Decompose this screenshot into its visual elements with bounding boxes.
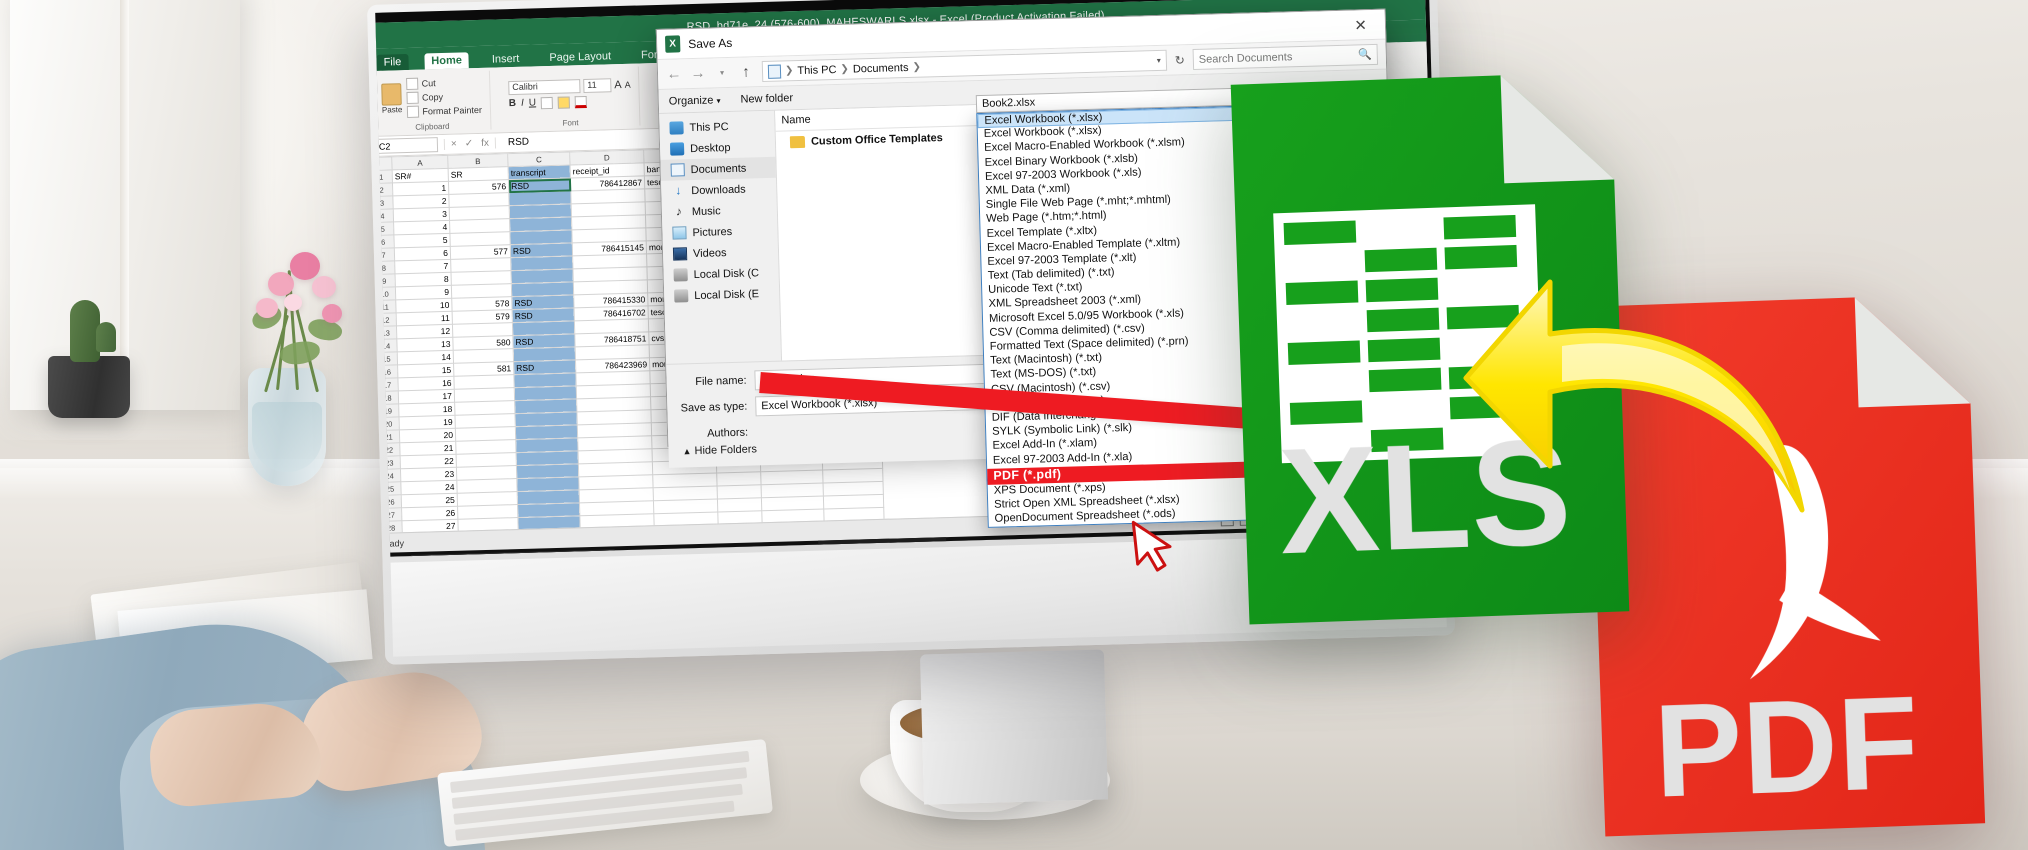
place-label: Pictures <box>692 225 733 239</box>
ribbon-group-clipboard: Paste Cut Copy Format Painter Clipboard <box>375 70 492 133</box>
bold-button[interactable]: B <box>509 98 517 109</box>
save-as-title-text: Save As <box>688 35 733 51</box>
documents-folder-icon <box>767 64 782 79</box>
save-as-type-label: Save as type: <box>680 400 748 415</box>
borders-icon[interactable] <box>540 96 554 109</box>
excel-icon: X <box>664 35 681 53</box>
place-item[interactable]: Local Disk (E <box>664 283 780 307</box>
cell-f[interactable] <box>716 471 762 486</box>
disk-icon <box>674 289 689 303</box>
chevron-down-icon[interactable]: ▾ <box>1157 56 1161 65</box>
folder-icon <box>789 135 806 149</box>
authors-label: Authors: <box>706 426 749 440</box>
name-box[interactable]: C2 <box>375 137 439 154</box>
tab-file[interactable]: File <box>376 53 409 71</box>
scissors-icon <box>406 77 419 90</box>
desktop-icon <box>669 142 685 156</box>
paintbrush-icon <box>407 105 420 118</box>
cell-f[interactable] <box>717 484 762 499</box>
mouse-cursor-icon <box>1131 520 1172 572</box>
formula-bar-icons: × ✓ fx <box>443 137 497 150</box>
videos-icon <box>672 247 688 261</box>
grow-font-icon[interactable]: A <box>614 78 622 90</box>
insert-function-icon[interactable]: fx <box>481 138 489 149</box>
place-label: Local Disk (C <box>693 266 760 281</box>
search-input[interactable]: Search Documents 🔍 <box>1192 43 1379 71</box>
vase-water <box>252 402 322 472</box>
format-painter-button[interactable]: Format Painter <box>407 104 482 118</box>
chevron-up-icon: ▲ <box>682 446 692 457</box>
back-icon[interactable]: ← <box>666 65 682 82</box>
recent-locations-icon[interactable]: ▾ <box>714 68 730 77</box>
formula-bar-content[interactable]: RSD <box>502 137 529 149</box>
font-size-select[interactable]: 11 <box>583 77 612 93</box>
paste-icon[interactable] <box>381 82 403 106</box>
fill-color-icon[interactable] <box>557 95 571 109</box>
file-name-label: File name: <box>695 374 747 389</box>
organize-button[interactable]: Organize ▾ <box>669 94 721 107</box>
place-label: This PC <box>689 120 729 134</box>
flower-stems <box>249 250 370 393</box>
tab-home[interactable]: Home <box>424 52 470 70</box>
copy-icon <box>406 91 420 104</box>
tab-page-layout[interactable]: Page Layout <box>542 48 618 66</box>
breadcrumb-sep-3: ❯ <box>912 61 922 73</box>
search-placeholder: Search Documents <box>1198 50 1293 66</box>
places-sidebar: This PC Desktop Documents ↓ Downloads ♪ Music P… <box>659 110 783 364</box>
shrink-font-icon[interactable]: A <box>625 79 631 89</box>
pdf-label: PDF <box>1652 669 1921 825</box>
cancel-icon[interactable]: × <box>451 139 457 150</box>
place-label: Music <box>691 204 721 218</box>
close-icon[interactable]: ✕ <box>1344 15 1377 34</box>
disk-icon <box>673 268 688 282</box>
refresh-icon[interactable]: ↻ <box>1175 53 1185 67</box>
hide-folders-button[interactable]: ▲ Hide Folders <box>682 443 757 457</box>
breadcrumb-sep-2: ❯ <box>840 63 850 75</box>
font-name-select[interactable]: Calibri <box>508 78 581 95</box>
place-label: Desktop <box>689 141 731 155</box>
chevron-down-icon: ▾ <box>716 95 721 105</box>
place-label: Documents <box>690 162 747 176</box>
new-folder-button[interactable]: New folder <box>740 92 793 105</box>
tab-insert[interactable]: Insert <box>485 51 527 68</box>
ribbon-group-font: Calibri 11 A A B I U Font <box>499 66 641 130</box>
music-icon: ♪ <box>675 204 683 219</box>
cut-button[interactable]: Cut <box>406 76 482 90</box>
place-label: Local Disk (E <box>694 287 760 302</box>
conversion-arrow-icon <box>1463 279 1805 513</box>
clipboard-group-label: Clipboard <box>415 121 450 132</box>
downloads-icon: ↓ <box>675 183 682 198</box>
cactus-arm <box>96 322 116 352</box>
place-label: Downloads <box>691 183 746 197</box>
italic-button[interactable]: I <box>521 98 524 109</box>
enter-icon[interactable]: ✓ <box>465 138 474 149</box>
documents-icon <box>670 163 685 177</box>
underline-button[interactable]: U <box>529 97 537 108</box>
paste-label: Paste <box>381 104 403 115</box>
plant-pot <box>48 356 130 418</box>
monitor-stand <box>919 649 1109 805</box>
cell-f[interactable] <box>717 497 762 512</box>
window-mullion <box>120 0 129 380</box>
forward-icon[interactable]: → <box>690 65 706 82</box>
this-pc-icon <box>669 121 684 135</box>
font-color-icon[interactable] <box>574 95 588 108</box>
pictures-icon <box>672 226 687 240</box>
breadcrumb-sep-1: ❯ <box>784 65 794 77</box>
up-icon[interactable]: ↑ <box>738 63 754 80</box>
breadcrumb-this-pc[interactable]: This PC <box>797 63 836 76</box>
search-icon[interactable]: 🔍 <box>1358 48 1372 61</box>
place-label: Videos <box>692 246 727 260</box>
breadcrumb-documents[interactable]: Documents <box>853 61 909 75</box>
copy-button[interactable]: Copy <box>406 90 482 104</box>
